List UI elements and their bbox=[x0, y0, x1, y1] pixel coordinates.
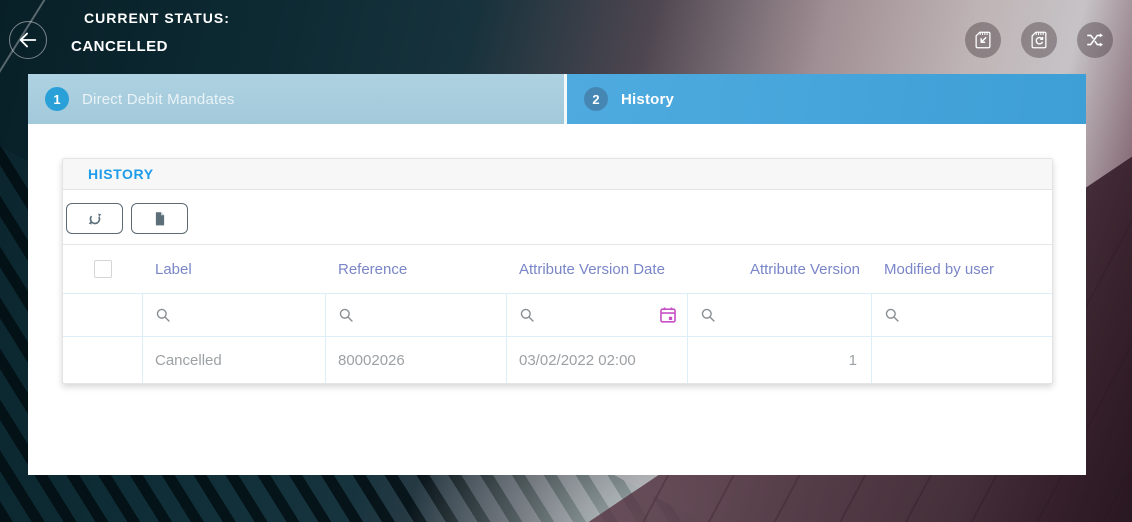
tab-history[interactable]: 2 History bbox=[567, 74, 1086, 124]
status-value: CANCELLED bbox=[71, 38, 230, 55]
table-header-row: Label Reference Attribute Version Date A… bbox=[63, 245, 1052, 294]
filter-cell-empty bbox=[63, 294, 143, 336]
arrow-left-icon bbox=[17, 29, 39, 51]
search-icon bbox=[700, 307, 717, 324]
filter-input-attribute-version[interactable] bbox=[688, 294, 872, 336]
header-actions bbox=[965, 22, 1113, 58]
calendar-icon[interactable] bbox=[659, 306, 677, 324]
search-icon bbox=[155, 307, 172, 324]
tab-number-badge: 2 bbox=[584, 87, 608, 111]
column-header-attribute-version[interactable]: Attribute Version bbox=[688, 245, 872, 293]
shuffle-button[interactable] bbox=[1077, 22, 1113, 58]
search-icon bbox=[338, 307, 355, 324]
row-checkbox-cell bbox=[63, 337, 143, 383]
header: CURRENT STATUS: CANCELLED bbox=[0, 0, 1132, 74]
table-filter-row bbox=[63, 294, 1052, 337]
search-icon bbox=[519, 307, 536, 324]
column-header-attribute-version-date[interactable]: Attribute Version Date bbox=[507, 245, 688, 293]
card-title: HISTORY bbox=[88, 166, 154, 182]
content-panel: HISTORY bbox=[28, 124, 1086, 475]
column-header-modified-by-user[interactable]: Modified by user bbox=[872, 245, 1051, 293]
table-row[interactable]: Cancelled 80002026 03/02/2022 02:00 1 bbox=[63, 337, 1052, 383]
refresh-button[interactable] bbox=[66, 203, 123, 234]
new-document-button[interactable] bbox=[131, 203, 188, 234]
status-label: CURRENT STATUS: bbox=[84, 10, 230, 26]
filter-input-reference[interactable] bbox=[326, 294, 507, 336]
tab-direct-debit-mandates[interactable]: 1 Direct Debit Mandates bbox=[28, 74, 564, 124]
card-toolbar bbox=[63, 190, 1052, 245]
current-status: CURRENT STATUS: CANCELLED bbox=[71, 10, 230, 55]
filter-input-label[interactable] bbox=[143, 294, 326, 336]
column-header-reference[interactable]: Reference bbox=[326, 245, 507, 293]
history-card: HISTORY bbox=[62, 158, 1053, 384]
tab-label: Direct Debit Mandates bbox=[82, 91, 235, 108]
save-refresh-icon bbox=[1028, 29, 1050, 51]
file-icon bbox=[151, 210, 169, 228]
column-header-label[interactable]: Label bbox=[143, 245, 326, 293]
filter-input-attribute-version-date[interactable] bbox=[507, 294, 688, 336]
cell-modified-by-user bbox=[872, 337, 1051, 383]
refresh-icon bbox=[86, 210, 104, 228]
search-icon bbox=[884, 307, 901, 324]
cell-attribute-version-date: 03/02/2022 02:00 bbox=[507, 337, 688, 383]
wizard-tabs: 1 Direct Debit Mandates 2 History bbox=[28, 74, 1086, 124]
card-header: HISTORY bbox=[63, 159, 1052, 190]
history-table: Label Reference Attribute Version Date A… bbox=[63, 245, 1052, 383]
shuffle-icon bbox=[1084, 29, 1106, 51]
save-exit-button[interactable] bbox=[965, 22, 1001, 58]
tab-label: History bbox=[621, 91, 674, 108]
cell-label: Cancelled bbox=[143, 337, 326, 383]
save-refresh-button[interactable] bbox=[1021, 22, 1057, 58]
back-button[interactable] bbox=[9, 21, 47, 59]
select-all-cell bbox=[63, 245, 143, 293]
tab-number-badge: 1 bbox=[45, 87, 69, 111]
save-arrow-icon bbox=[972, 29, 994, 51]
cell-reference: 80002026 bbox=[326, 337, 507, 383]
select-all-checkbox[interactable] bbox=[94, 260, 112, 278]
app-window: CURRENT STATUS: CANCELLED bbox=[0, 0, 1132, 522]
filter-input-modified-by-user[interactable] bbox=[872, 294, 1051, 336]
cell-attribute-version: 1 bbox=[688, 337, 872, 383]
